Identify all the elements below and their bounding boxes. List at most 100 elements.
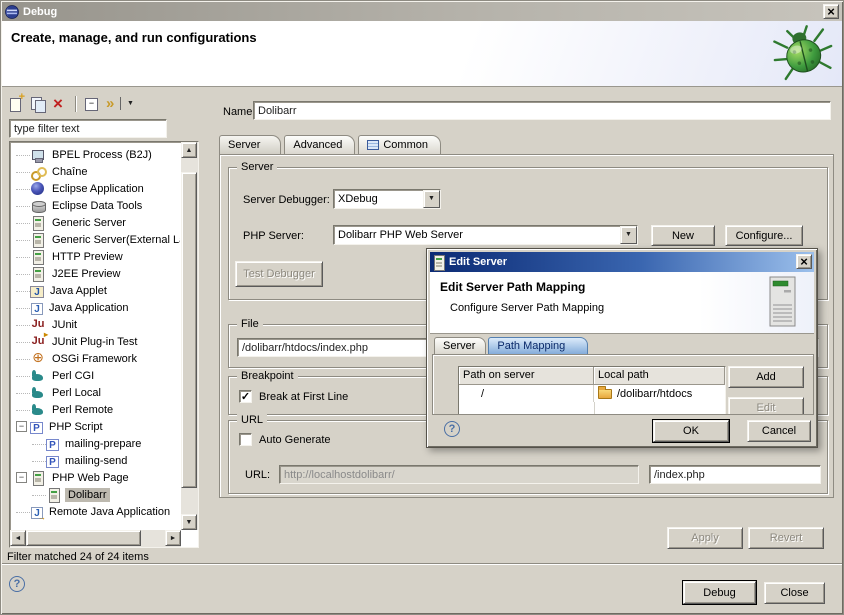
chevron-down-icon[interactable] [620,226,637,244]
dialog-tab-server[interactable]: Server [434,337,486,355]
tree-item-perl-remote[interactable]: Perl Remote [12,401,180,418]
tree-item-eclipse-application[interactable]: Eclipse Application [12,180,180,197]
tree-connector [16,155,30,156]
edit-mapping-button[interactable]: Edit [728,397,804,415]
tree-item-dolibarr[interactable]: Dolibarr [12,486,180,503]
scroll-down-icon[interactable]: ▼ [181,514,197,530]
tree-horizontal-scrollbar[interactable]: ◄ ► [10,530,181,547]
table-header-row: Path on server Local path [459,367,725,385]
chain-icon [30,164,46,180]
expander-collapse-icon[interactable]: − [16,421,27,432]
collapse-all-icon[interactable] [81,94,103,114]
cancel-button[interactable]: Cancel [747,420,811,442]
tree-item-osgi-framework[interactable]: ⊕OSGi Framework [12,350,180,367]
tree-item-label: PHP Script [46,420,106,434]
tab-advanced[interactable]: Advanced [284,135,355,155]
tree-item-mailing-send[interactable]: Pmailing-send [12,452,180,469]
java-icon: J [31,303,43,315]
tree-item-perl-local[interactable]: Perl Local [12,384,180,401]
dialog-tab-bar: Server Path Mapping [434,337,590,355]
expander-collapse-icon[interactable]: − [16,472,27,483]
break-first-line-checkbox[interactable] [239,390,252,403]
tree-item-label: HTTP Preview [49,250,126,264]
horizontal-scroll-thumb[interactable] [26,530,141,546]
tree-connector [16,376,30,377]
tree-item-perl-cgi[interactable]: Perl CGI [12,367,180,384]
tree-item-label: Perl Local [49,386,104,400]
tree-item-generic-server-external-la[interactable]: Generic Server(External La [12,231,180,248]
new-server-button[interactable]: New [651,225,715,246]
dialog-close-button[interactable] [796,254,812,269]
tree-item-http-preview[interactable]: HTTP Preview [12,248,180,265]
name-label: Name: [223,106,255,118]
window-titlebar[interactable]: Debug [2,2,842,21]
filter-configs-icon[interactable] [103,94,125,114]
tree-connector [32,444,46,445]
ok-button[interactable]: OK [653,420,729,442]
url-path-input[interactable] [649,465,821,484]
tree-item-generic-server[interactable]: Generic Server [12,214,180,231]
close-button[interactable]: Close [764,582,825,604]
tree-item-junit[interactable]: JuJUnit [12,316,180,333]
dialog-titlebar[interactable]: Edit Server [430,252,814,272]
junit-plugin-icon: Ju [30,334,46,350]
vertical-scroll-thumb[interactable] [181,172,197,488]
menu-dropdown-icon[interactable] [125,94,137,114]
tree-item-j2ee-preview[interactable]: J2EE Preview [12,265,180,282]
configure-server-button[interactable]: Configure... [725,225,803,246]
filter-input[interactable] [9,119,167,138]
chevron-down-icon[interactable] [423,190,440,208]
server-icon [30,215,46,231]
tree-vertical-scrollbar[interactable]: ▲ ▼ [181,142,198,530]
tree-connector [16,206,30,207]
dialog-help-icon[interactable] [444,421,460,437]
server-icon [46,487,62,503]
new-config-icon[interactable] [5,94,27,114]
tab-server[interactable]: Server [219,135,281,155]
server-icon [30,232,46,248]
tree-item-java-applet[interactable]: JJava Applet [12,282,180,299]
tree-item-bpel-process-b2j-[interactable]: BPEL Process (B2J) [12,146,180,163]
table-row[interactable]: / /dolibarr/htdocs [459,385,725,402]
tree-item-cha-ne[interactable]: Chaîne [12,163,180,180]
apply-button[interactable]: Apply [667,527,743,549]
scroll-right-icon[interactable]: ► [165,530,181,546]
url-group-title: URL [237,413,267,427]
add-mapping-button[interactable]: Add [728,366,804,388]
column-header-path-on-server[interactable]: Path on server [459,367,594,385]
auto-generate-checkbox[interactable] [239,433,252,446]
tree-item-mailing-prepare[interactable]: Pmailing-prepare [12,435,180,452]
delete-config-icon[interactable] [49,94,71,114]
duplicate-config-icon[interactable] [27,94,49,114]
column-header-local-path[interactable]: Local path [594,367,725,385]
debug-button[interactable]: Debug [683,581,756,604]
server-debugger-select[interactable]: XDebug [333,189,441,209]
tree-item-php-web-page[interactable]: −PHP Web Page [12,469,180,486]
tree-item-junit-plug-in-test[interactable]: JuJUnit Plug-in Test [12,333,180,350]
common-tab-icon [367,140,379,150]
server-icon [30,266,46,282]
tree-item-remote-java-application[interactable]: JRemote Java Application [12,503,180,520]
tree-item-eclipse-data-tools[interactable]: Eclipse Data Tools [12,197,180,214]
tree-item-php-script[interactable]: −PPHP Script [12,418,180,435]
tree-item-java-application[interactable]: JJava Application [12,299,180,316]
dialog-title: Edit Server [449,256,507,268]
main-tab-bar: Server Advanced Common [219,135,444,155]
dialog-tab-path-mapping[interactable]: Path Mapping [488,337,588,355]
revert-button[interactable]: Revert [748,527,824,549]
help-icon[interactable] [9,576,25,592]
tab-common[interactable]: Common [358,135,441,155]
filter-status-text: Filter matched 24 of 24 items [7,551,207,563]
database-icon [30,198,46,214]
dialog-header: Edit Server Path Mapping Configure Serve… [430,272,814,334]
perl-icon [30,402,46,418]
php-server-select[interactable]: Dolibarr PHP Web Server [333,225,638,245]
tree-connector [32,461,46,462]
tree-item-label: Dolibarr [65,488,110,502]
url-base-input[interactable] [279,465,639,484]
scroll-left-icon[interactable]: ◄ [10,530,26,546]
test-debugger-button[interactable]: Test Debugger [235,261,323,287]
scroll-up-icon[interactable]: ▲ [181,142,197,158]
tree-item-label: Chaîne [49,165,90,179]
name-input[interactable] [253,101,831,120]
